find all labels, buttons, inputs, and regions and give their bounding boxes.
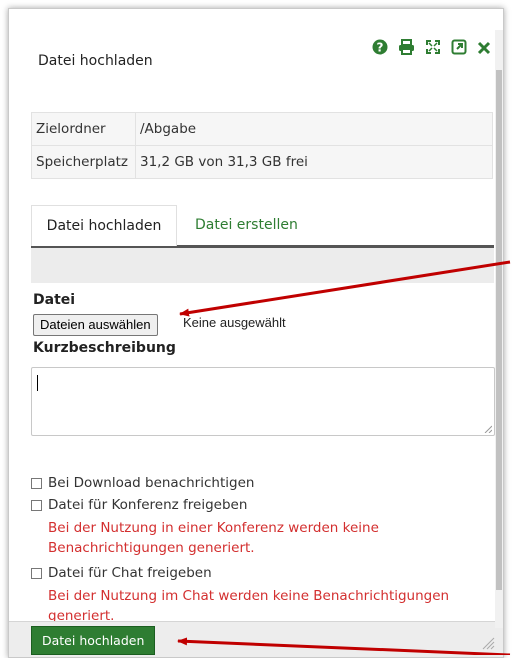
conference-warning: Bei der Nutzung in einer Konferenz werde…	[48, 520, 379, 556]
tab-content-header	[31, 248, 494, 283]
upload-dialog: Datei hochladen ? Zielordner /Abgabe Spe…	[8, 8, 504, 658]
external-link-icon[interactable]	[451, 39, 467, 59]
info-value: 31,2 GB von 31,3 GB frei	[135, 145, 493, 179]
tab-upload-file[interactable]: Datei hochladen	[31, 205, 177, 246]
dialog-toolbar: ?	[372, 39, 491, 59]
option-label: Bei Download benachrichtigen	[48, 475, 255, 491]
file-label: Datei	[33, 292, 76, 308]
info-label: Speicherplatz	[31, 145, 136, 179]
text-caret	[37, 375, 38, 391]
upload-submit-button[interactable]: Datei hochladen	[31, 626, 156, 655]
folder-info-table: Zielordner /Abgabe Speicherplatz 31,2 GB…	[31, 112, 493, 179]
info-value: /Abgabe	[135, 112, 493, 146]
resize-handle-icon[interactable]	[481, 636, 495, 650]
dialog-titlebar: Datei hochladen ?	[9, 9, 503, 89]
option-share-conference[interactable]: Datei für Konferenz freigeben	[31, 497, 247, 513]
dialog-footer: Datei hochladen	[9, 621, 503, 657]
tab-create-file[interactable]: Datei erstellen	[195, 205, 298, 245]
choose-files-button[interactable]: Dateien auswählen	[33, 314, 158, 336]
info-label: Zielordner	[31, 112, 136, 146]
checkbox-share-conference[interactable]	[31, 499, 42, 511]
description-textarea[interactable]	[31, 367, 495, 436]
table-row: Zielordner /Abgabe	[31, 112, 493, 146]
chat-warning: Bei der Nutzung im Chat werden keine Ben…	[48, 588, 450, 624]
resize-grip-icon[interactable]	[484, 425, 492, 433]
table-row: Speicherplatz 31,2 GB von 31,3 GB frei	[31, 145, 493, 179]
checkbox-share-chat[interactable]	[31, 567, 42, 579]
description-label: Kurzbeschreibung	[33, 340, 176, 356]
option-share-chat[interactable]: Datei für Chat freigeben	[31, 565, 212, 581]
option-label: Datei für Konferenz freigeben	[48, 497, 248, 513]
option-label: Datei für Chat freigeben	[48, 565, 212, 581]
dialog-scrollbar[interactable]	[495, 30, 503, 628]
close-icon[interactable]	[477, 40, 491, 59]
svg-text:?: ?	[377, 41, 384, 55]
file-status: Keine ausgewählt	[183, 315, 286, 330]
help-icon[interactable]: ?	[372, 39, 388, 59]
dialog-title: Datei hochladen	[38, 53, 153, 69]
option-download-notify[interactable]: Bei Download benachrichtigen	[31, 475, 254, 491]
scrollbar-thumb[interactable]	[496, 70, 502, 590]
print-icon[interactable]	[398, 39, 415, 59]
tab-bar: Datei hochladen Datei erstellen	[31, 205, 494, 248]
fullscreen-icon[interactable]	[425, 39, 441, 59]
checkbox-download-notify[interactable]	[31, 477, 42, 489]
